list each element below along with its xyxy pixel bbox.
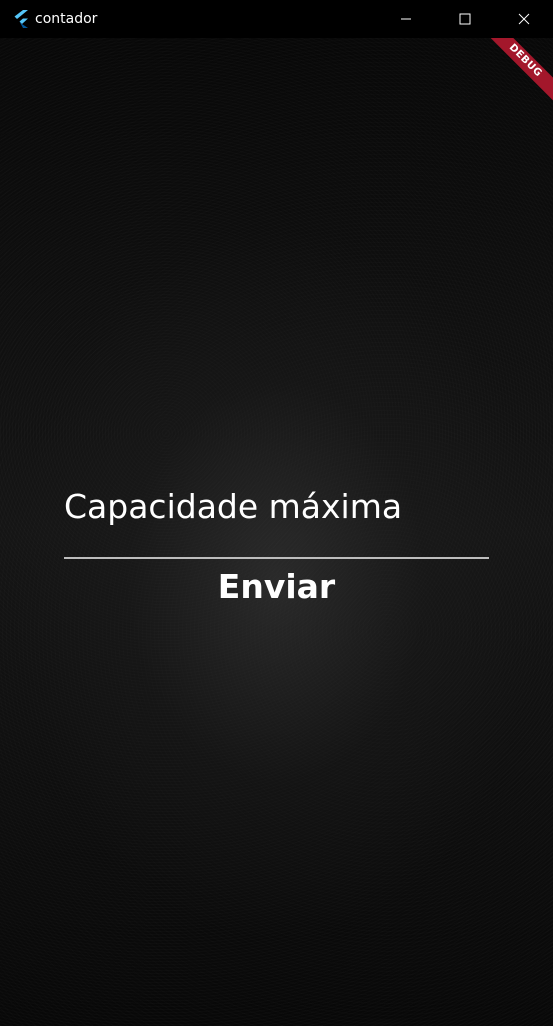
debug-banner-label: DEBUG — [481, 38, 553, 106]
window-controls — [376, 0, 553, 38]
close-icon — [518, 13, 529, 25]
close-button[interactable] — [494, 0, 553, 38]
debug-banner: DEBUG — [481, 38, 553, 110]
send-button[interactable]: Enviar — [200, 562, 353, 610]
flutter-logo-icon — [13, 10, 29, 28]
app-window: contador DEBUG Capacidade máxima Enviar — [0, 0, 553, 1026]
capacity-label: Capacidade máxima — [64, 487, 403, 526]
window-title: contador — [35, 11, 98, 27]
maximize-button[interactable] — [435, 0, 494, 38]
minimize-icon — [400, 18, 411, 20]
maximize-icon — [459, 13, 470, 25]
minimize-button[interactable] — [376, 0, 435, 38]
title-bar[interactable]: contador — [0, 0, 553, 38]
capacity-input[interactable] — [64, 531, 489, 559]
capacity-field[interactable]: Capacidade máxima — [64, 483, 489, 559]
